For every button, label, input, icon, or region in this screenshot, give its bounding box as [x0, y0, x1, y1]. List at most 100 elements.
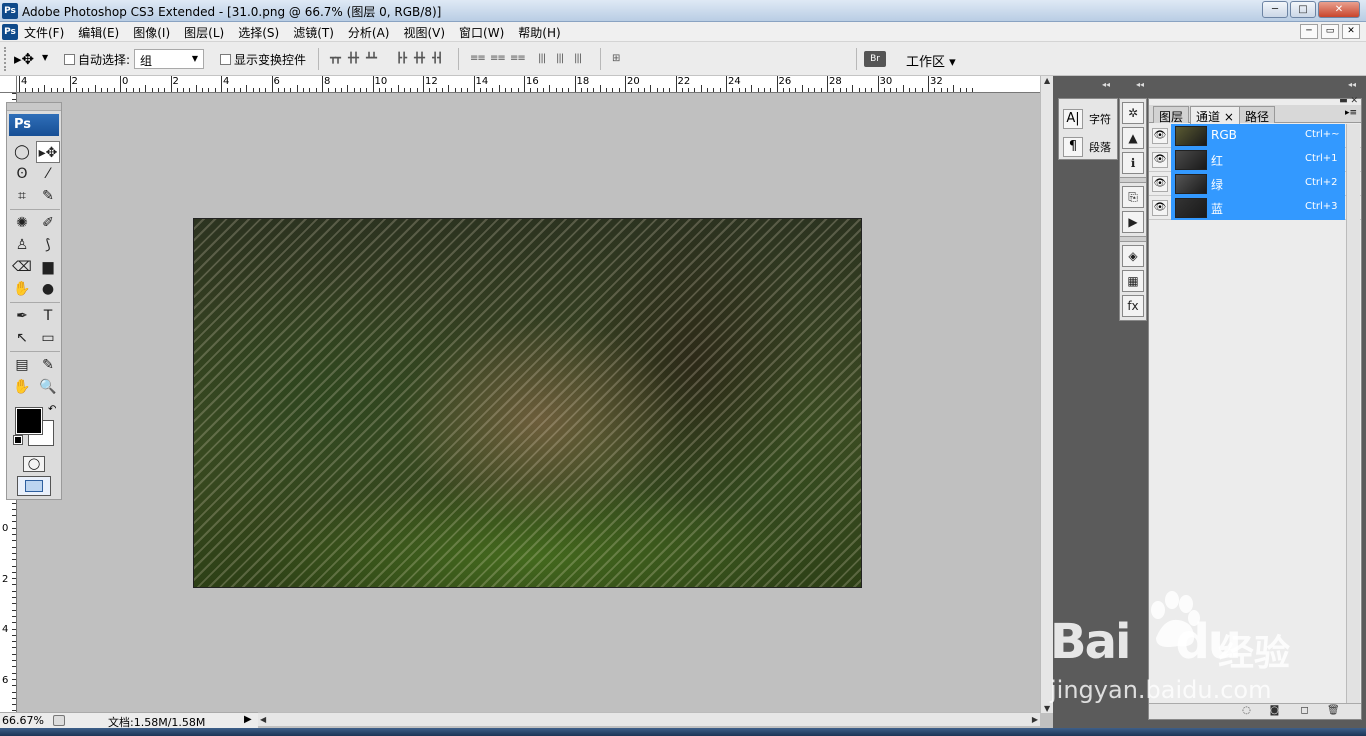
- auto-align-icon[interactable]: ⊞: [612, 53, 630, 65]
- eyedropper-tool-icon[interactable]: ✎: [36, 354, 60, 376]
- marquee-tool-icon[interactable]: ◯: [10, 141, 34, 163]
- menu-window[interactable]: 窗口(W): [459, 24, 504, 41]
- brush-tool-icon[interactable]: ✐: [36, 212, 60, 234]
- type-tool-icon[interactable]: T: [36, 305, 60, 327]
- menu-filter[interactable]: 滤镜(T): [293, 24, 334, 41]
- align-right-icon[interactable]: ┫┫: [432, 53, 450, 65]
- distribute-left-icon[interactable]: |||: [538, 53, 556, 65]
- magic-wand-tool-icon[interactable]: ⁄: [36, 163, 60, 185]
- history-brush-tool-icon[interactable]: ⟆: [36, 234, 60, 256]
- tab-paths[interactable]: 路径: [1239, 106, 1276, 124]
- swap-colors-icon[interactable]: ↶: [48, 404, 56, 415]
- panel-menu-icon[interactable]: ▸≡: [1345, 108, 1357, 118]
- crop-tool-icon[interactable]: ⌗: [10, 185, 34, 207]
- delete-channel-icon[interactable]: 🗑: [1327, 706, 1340, 717]
- close-button[interactable]: ✕: [1318, 1, 1360, 18]
- minimize-button[interactable]: ─: [1262, 1, 1288, 18]
- pen-tool-icon[interactable]: ✒: [10, 305, 34, 327]
- options-grip[interactable]: [4, 47, 8, 71]
- distribute-right-icon[interactable]: |||: [574, 53, 592, 65]
- collapse-right-icon[interactable]: ◂◂: [1348, 80, 1356, 89]
- scroll-right-icon[interactable]: ▶: [1032, 715, 1038, 724]
- rectangle-tool-icon[interactable]: ▭: [36, 327, 60, 349]
- distribute-hcenter-icon[interactable]: |||: [556, 53, 574, 65]
- align-bottom-icon[interactable]: ┻┻: [366, 53, 384, 65]
- auto-select-dropdown[interactable]: 组 ▼: [134, 49, 204, 69]
- tab-channels[interactable]: 通道 ×: [1190, 106, 1240, 124]
- zoom-field[interactable]: 66.67%: [2, 714, 44, 727]
- scroll-up-icon[interactable]: ▲: [1044, 76, 1050, 85]
- gradient-tool-icon[interactable]: ▆: [36, 256, 60, 278]
- tab-close-icon[interactable]: ×: [1224, 110, 1234, 124]
- workspace-dropdown[interactable]: 工作区 ▾: [906, 51, 956, 70]
- blur-tool-icon[interactable]: ✋: [10, 278, 34, 300]
- scroll-left-icon[interactable]: ◀: [260, 715, 266, 724]
- tool-preset-caret-icon[interactable]: ▼: [42, 53, 48, 62]
- collapse-left-icon[interactable]: ◂◂: [1102, 80, 1110, 89]
- navigator-icon[interactable]: ✲: [1122, 102, 1144, 124]
- scroll-down-icon[interactable]: ▼: [1044, 704, 1050, 713]
- foreground-color-swatch[interactable]: [15, 407, 43, 435]
- paragraph-panel-button[interactable]: ¶ 段落: [1063, 135, 1111, 159]
- status-menu-arrow-icon[interactable]: ▶: [244, 714, 252, 725]
- ruler-origin[interactable]: [0, 76, 17, 93]
- lasso-tool-icon[interactable]: ʘ: [10, 163, 34, 185]
- menu-image[interactable]: 图像(I): [133, 24, 170, 41]
- distribute-vcenter-icon[interactable]: ≡≡: [490, 53, 508, 65]
- history-icon[interactable]: ⎘: [1122, 186, 1144, 208]
- styles-icon[interactable]: fx: [1122, 295, 1144, 317]
- toolbox-grip[interactable]: [7, 103, 61, 111]
- new-channel-icon[interactable]: ◻: [1299, 706, 1310, 717]
- screen-mode-icon[interactable]: [17, 476, 51, 496]
- channel-list-scrollbar[interactable]: [1346, 124, 1360, 704]
- slice-tool-icon[interactable]: ✎: [36, 185, 60, 207]
- distribute-top-icon[interactable]: ≡≡: [470, 53, 488, 65]
- visibility-eye-icon[interactable]: 👁: [1152, 176, 1168, 192]
- status-info-icon[interactable]: [53, 715, 65, 726]
- actions-icon[interactable]: ▶: [1122, 211, 1144, 233]
- color-icon[interactable]: ◈: [1122, 245, 1144, 267]
- channel-row[interactable]: 👁 红 Ctrl+1: [1149, 148, 1361, 172]
- doc-close-button[interactable]: ✕: [1342, 24, 1360, 39]
- character-panel-button[interactable]: A| 字符: [1063, 107, 1111, 131]
- toolbox-logo[interactable]: Ps: [9, 114, 59, 136]
- collapse-mid-icon[interactable]: ◂◂: [1136, 80, 1144, 89]
- menu-layer[interactable]: 图层(L): [184, 24, 224, 41]
- zoom-tool-icon[interactable]: 🔍: [36, 376, 60, 398]
- align-vcenter-icon[interactable]: ╋╋: [348, 53, 366, 65]
- maximize-button[interactable]: □: [1290, 1, 1316, 18]
- show-transform-checkbox[interactable]: [220, 54, 231, 65]
- swatches-icon[interactable]: ▦: [1122, 270, 1144, 292]
- menu-view[interactable]: 视图(V): [403, 24, 445, 41]
- menu-edit[interactable]: 编辑(E): [78, 24, 119, 41]
- menu-file[interactable]: 文件(F): [24, 24, 64, 41]
- eraser-tool-icon[interactable]: ⌫: [10, 256, 34, 278]
- menu-analysis[interactable]: 分析(A): [348, 24, 390, 41]
- move-tool-preset-icon[interactable]: ▸✥: [14, 50, 34, 68]
- clone-stamp-tool-icon[interactable]: ♙: [10, 234, 34, 256]
- path-selection-tool-icon[interactable]: ↖: [10, 327, 34, 349]
- move-tool-icon[interactable]: ▸✥: [36, 141, 60, 163]
- visibility-eye-icon[interactable]: 👁: [1152, 200, 1168, 216]
- default-colors-icon[interactable]: [13, 435, 23, 445]
- info-icon[interactable]: ℹ: [1122, 152, 1144, 174]
- align-left-icon[interactable]: ┣┣: [396, 53, 414, 65]
- channel-row[interactable]: 👁 蓝 Ctrl+3: [1149, 196, 1361, 220]
- histogram-icon[interactable]: ▲: [1122, 127, 1144, 149]
- notes-tool-icon[interactable]: ▤: [10, 354, 34, 376]
- document-image[interactable]: [193, 218, 862, 588]
- horizontal-scrollbar[interactable]: ◀ ▶: [258, 712, 1040, 726]
- load-selection-icon[interactable]: ◌: [1241, 706, 1252, 717]
- align-top-icon[interactable]: ┳┳: [330, 53, 348, 65]
- vertical-scrollbar[interactable]: ▲ ▼: [1040, 76, 1053, 713]
- dodge-tool-icon[interactable]: ●: [36, 278, 60, 300]
- align-hcenter-icon[interactable]: ╋╋: [414, 53, 432, 65]
- visibility-eye-icon[interactable]: 👁: [1152, 152, 1168, 168]
- auto-select-checkbox[interactable]: [64, 54, 75, 65]
- channel-row[interactable]: 👁 RGB Ctrl+~: [1149, 124, 1361, 148]
- menu-help[interactable]: 帮助(H): [518, 24, 560, 41]
- menu-app-icon[interactable]: Ps: [2, 24, 18, 40]
- doc-restore-button[interactable]: ▭: [1321, 24, 1339, 39]
- menu-select[interactable]: 选择(S): [238, 24, 279, 41]
- tab-layers[interactable]: 图层: [1153, 106, 1190, 124]
